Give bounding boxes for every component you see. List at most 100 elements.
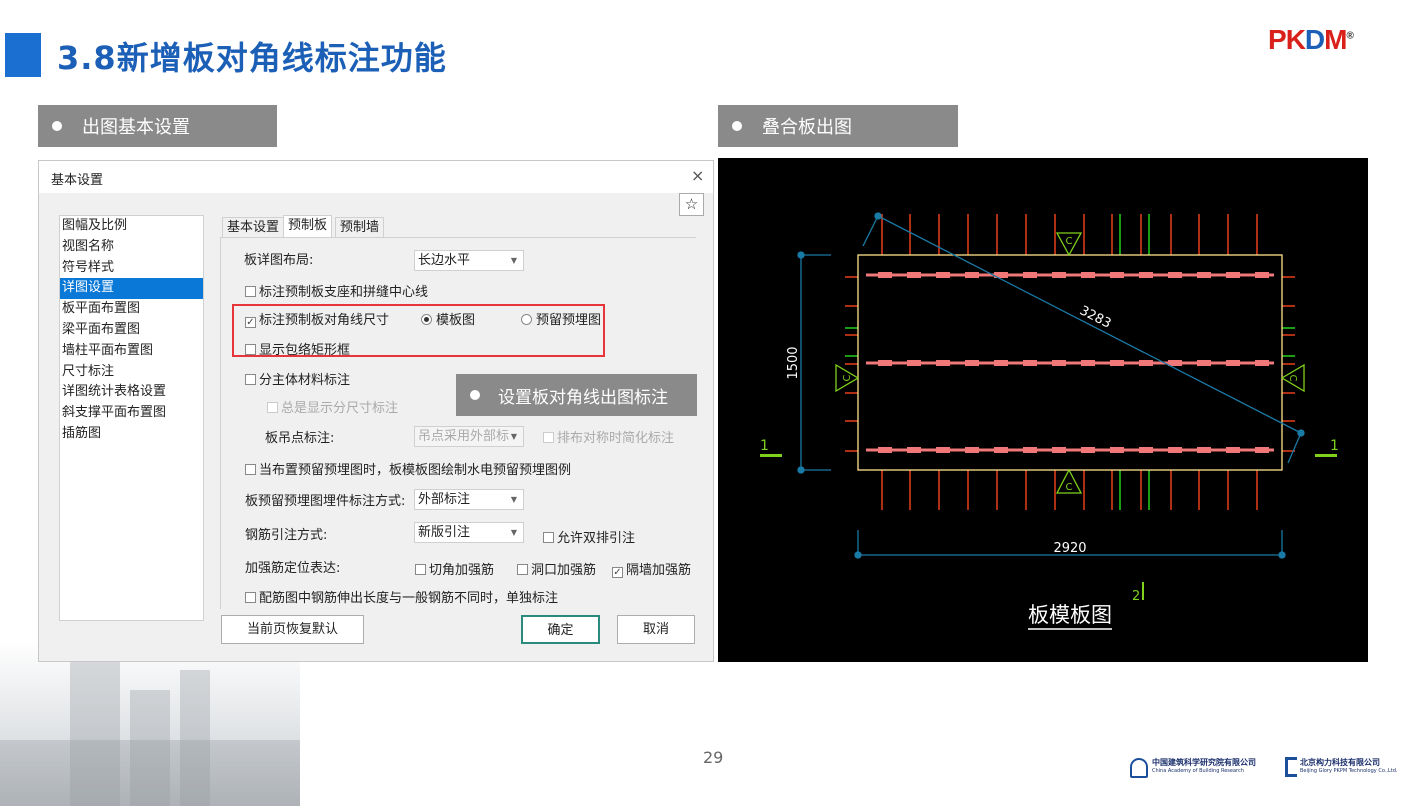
- bounding-box-checkbox[interactable]: 显示包络矩形框: [245, 339, 350, 358]
- dialog-title: 基本设置: [51, 173, 104, 188]
- rebar-select[interactable]: 新版引注 ▼: [414, 522, 524, 543]
- pkpm-company-logo-icon: [1285, 757, 1297, 777]
- background-city-image: [0, 640, 300, 806]
- wall-reinforce-checkbox[interactable]: ✓ 隔墙加强筋: [612, 559, 691, 578]
- restore-defaults-button[interactable]: 当前页恢复默认: [221, 615, 364, 644]
- truss-node: [1255, 360, 1269, 366]
- mark-c-left: C: [842, 374, 853, 381]
- embed-radio[interactable]: 预留预埋图: [521, 309, 601, 328]
- truss-node: [1081, 272, 1095, 278]
- reinforce-label: 加强筋定位表达:: [245, 561, 341, 576]
- truss-node: [1168, 360, 1182, 366]
- truss-node: [1023, 272, 1037, 278]
- truss-node: [1110, 360, 1124, 366]
- list-item[interactable]: 梁平面布置图: [60, 320, 203, 341]
- truss-node: [994, 447, 1008, 453]
- truss-node: [1226, 447, 1240, 453]
- section-label-right: 1: [1330, 438, 1339, 454]
- settings-category-list[interactable]: 图幅及比例 视图名称 符号样式 详图设置 板平面布置图 梁平面布置图 墙柱平面布…: [59, 215, 204, 621]
- truss-node: [1023, 360, 1037, 366]
- list-item[interactable]: 图幅及比例: [60, 216, 203, 237]
- embed-select[interactable]: 外部标注 ▼: [414, 489, 524, 510]
- slide-title: 3.8新增板对角线标注功能: [57, 39, 447, 77]
- list-item[interactable]: 斜支撑平面布置图: [60, 403, 203, 424]
- tab-basic[interactable]: 基本设置: [222, 217, 285, 238]
- extend-length-checkbox[interactable]: 配筋图中钢筋伸出长度与一般钢筋不同时，单独标注: [245, 587, 558, 606]
- section-header-left: 出图基本设置: [38, 105, 277, 147]
- list-item-selected[interactable]: 详图设置: [60, 278, 203, 300]
- material-checkbox[interactable]: 分主体材料标注: [245, 369, 350, 388]
- truss-node: [1139, 447, 1153, 453]
- truss-node: [1255, 272, 1269, 278]
- tab-precast-slab[interactable]: 预制板: [283, 215, 333, 238]
- truss-node: [1168, 447, 1182, 453]
- truss-node: [1052, 360, 1066, 366]
- ok-button[interactable]: 确定: [521, 615, 600, 644]
- slab-formwork-drawing: C C C C 3283 1500 2920 1 1 2 板模板图: [718, 158, 1368, 662]
- layout-select[interactable]: 长边水平 ▼: [414, 250, 524, 271]
- list-item[interactable]: 插筋图: [60, 424, 203, 445]
- formwork-radio[interactable]: 模板图: [421, 309, 475, 328]
- truss-node: [1197, 272, 1211, 278]
- lift-point-label: 板吊点标注:: [265, 431, 335, 446]
- truss-node: [1052, 447, 1066, 453]
- list-item[interactable]: 墙柱平面布置图: [60, 341, 203, 362]
- layout-label: 板详图布局:: [244, 253, 314, 268]
- truss-node: [1226, 360, 1240, 366]
- list-item[interactable]: 视图名称: [60, 237, 203, 258]
- symmetric-checkbox[interactable]: 排布对称时简化标注: [543, 427, 674, 446]
- mep-legend-checkbox[interactable]: 当布置预留预埋图时，板模板图绘制水电预留预埋图例: [245, 459, 571, 478]
- section-label-left: 1: [760, 438, 769, 454]
- cancel-button[interactable]: 取消: [617, 615, 695, 644]
- section-header-right: 叠合板出图: [718, 105, 958, 147]
- diagonal-dimension-line: [877, 215, 1302, 434]
- truss-node: [878, 272, 892, 278]
- double-row-checkbox[interactable]: 允许双排引注: [543, 527, 635, 546]
- embed-label: 板预留预埋图埋件标注方式:: [245, 494, 406, 509]
- view-number: 2: [1132, 589, 1140, 604]
- list-item[interactable]: 详图统计表格设置: [60, 382, 203, 403]
- rebar-label: 钢筋引注方式:: [245, 528, 328, 543]
- list-item[interactable]: 符号样式: [60, 258, 203, 279]
- truss-node: [1110, 447, 1124, 453]
- callout-label: 设置板对角线出图标注: [456, 374, 697, 416]
- cabr-logo-icon: [1130, 758, 1148, 778]
- truss-node: [965, 272, 979, 278]
- truss-node: [878, 447, 892, 453]
- list-item[interactable]: 板平面布置图: [60, 299, 203, 320]
- pkpm-logo: PKDM®: [1268, 24, 1354, 55]
- width-value: 2920: [1053, 541, 1086, 556]
- truss-node: [936, 447, 950, 453]
- mark-c-right: C: [1287, 375, 1298, 382]
- truss-node: [1110, 272, 1124, 278]
- page-number: 29: [703, 748, 724, 767]
- truss-node: [1226, 272, 1240, 278]
- truss-node: [907, 272, 921, 278]
- truss-node: [878, 360, 892, 366]
- truss-node: [1081, 360, 1095, 366]
- truss-node: [994, 360, 1008, 366]
- diagonal-dimension-checkbox[interactable]: ✓ 标注预制板对角线尺寸: [245, 309, 389, 328]
- truss-node: [936, 272, 950, 278]
- truss-node: [1081, 447, 1095, 453]
- mark-c-bottom: C: [1066, 482, 1073, 493]
- section-line-right: [1315, 454, 1337, 457]
- pkpm-company-name: 北京构力科技有限公司 Beijing Glory PKPM Technology …: [1300, 758, 1398, 774]
- truss-node: [965, 447, 979, 453]
- favorite-star-button[interactable]: ☆: [679, 193, 704, 216]
- list-item[interactable]: 尺寸标注: [60, 362, 203, 383]
- truss-node: [1255, 447, 1269, 453]
- drawing-caption: 板模板图: [1028, 603, 1112, 627]
- truss-node: [1168, 272, 1182, 278]
- truss-node: [1139, 272, 1153, 278]
- close-icon[interactable]: ×: [691, 166, 704, 185]
- corner-reinforce-checkbox[interactable]: 切角加强筋: [415, 559, 494, 578]
- lift-point-select[interactable]: 吊点采用外部标 ▼: [414, 426, 524, 447]
- truss-node: [965, 360, 979, 366]
- always-sub-dimension-checkbox[interactable]: 总是显示分尺寸标注: [267, 397, 398, 416]
- tab-precast-wall[interactable]: 预制墙: [335, 217, 385, 238]
- title-accent-bar: [5, 33, 41, 77]
- hole-reinforce-checkbox[interactable]: 洞口加强筋: [517, 559, 596, 578]
- cabr-name: 中国建筑科学研究院有限公司 China Academy of Building R…: [1152, 758, 1256, 774]
- centerline-checkbox[interactable]: 标注预制板支座和拼缝中心线: [245, 281, 428, 300]
